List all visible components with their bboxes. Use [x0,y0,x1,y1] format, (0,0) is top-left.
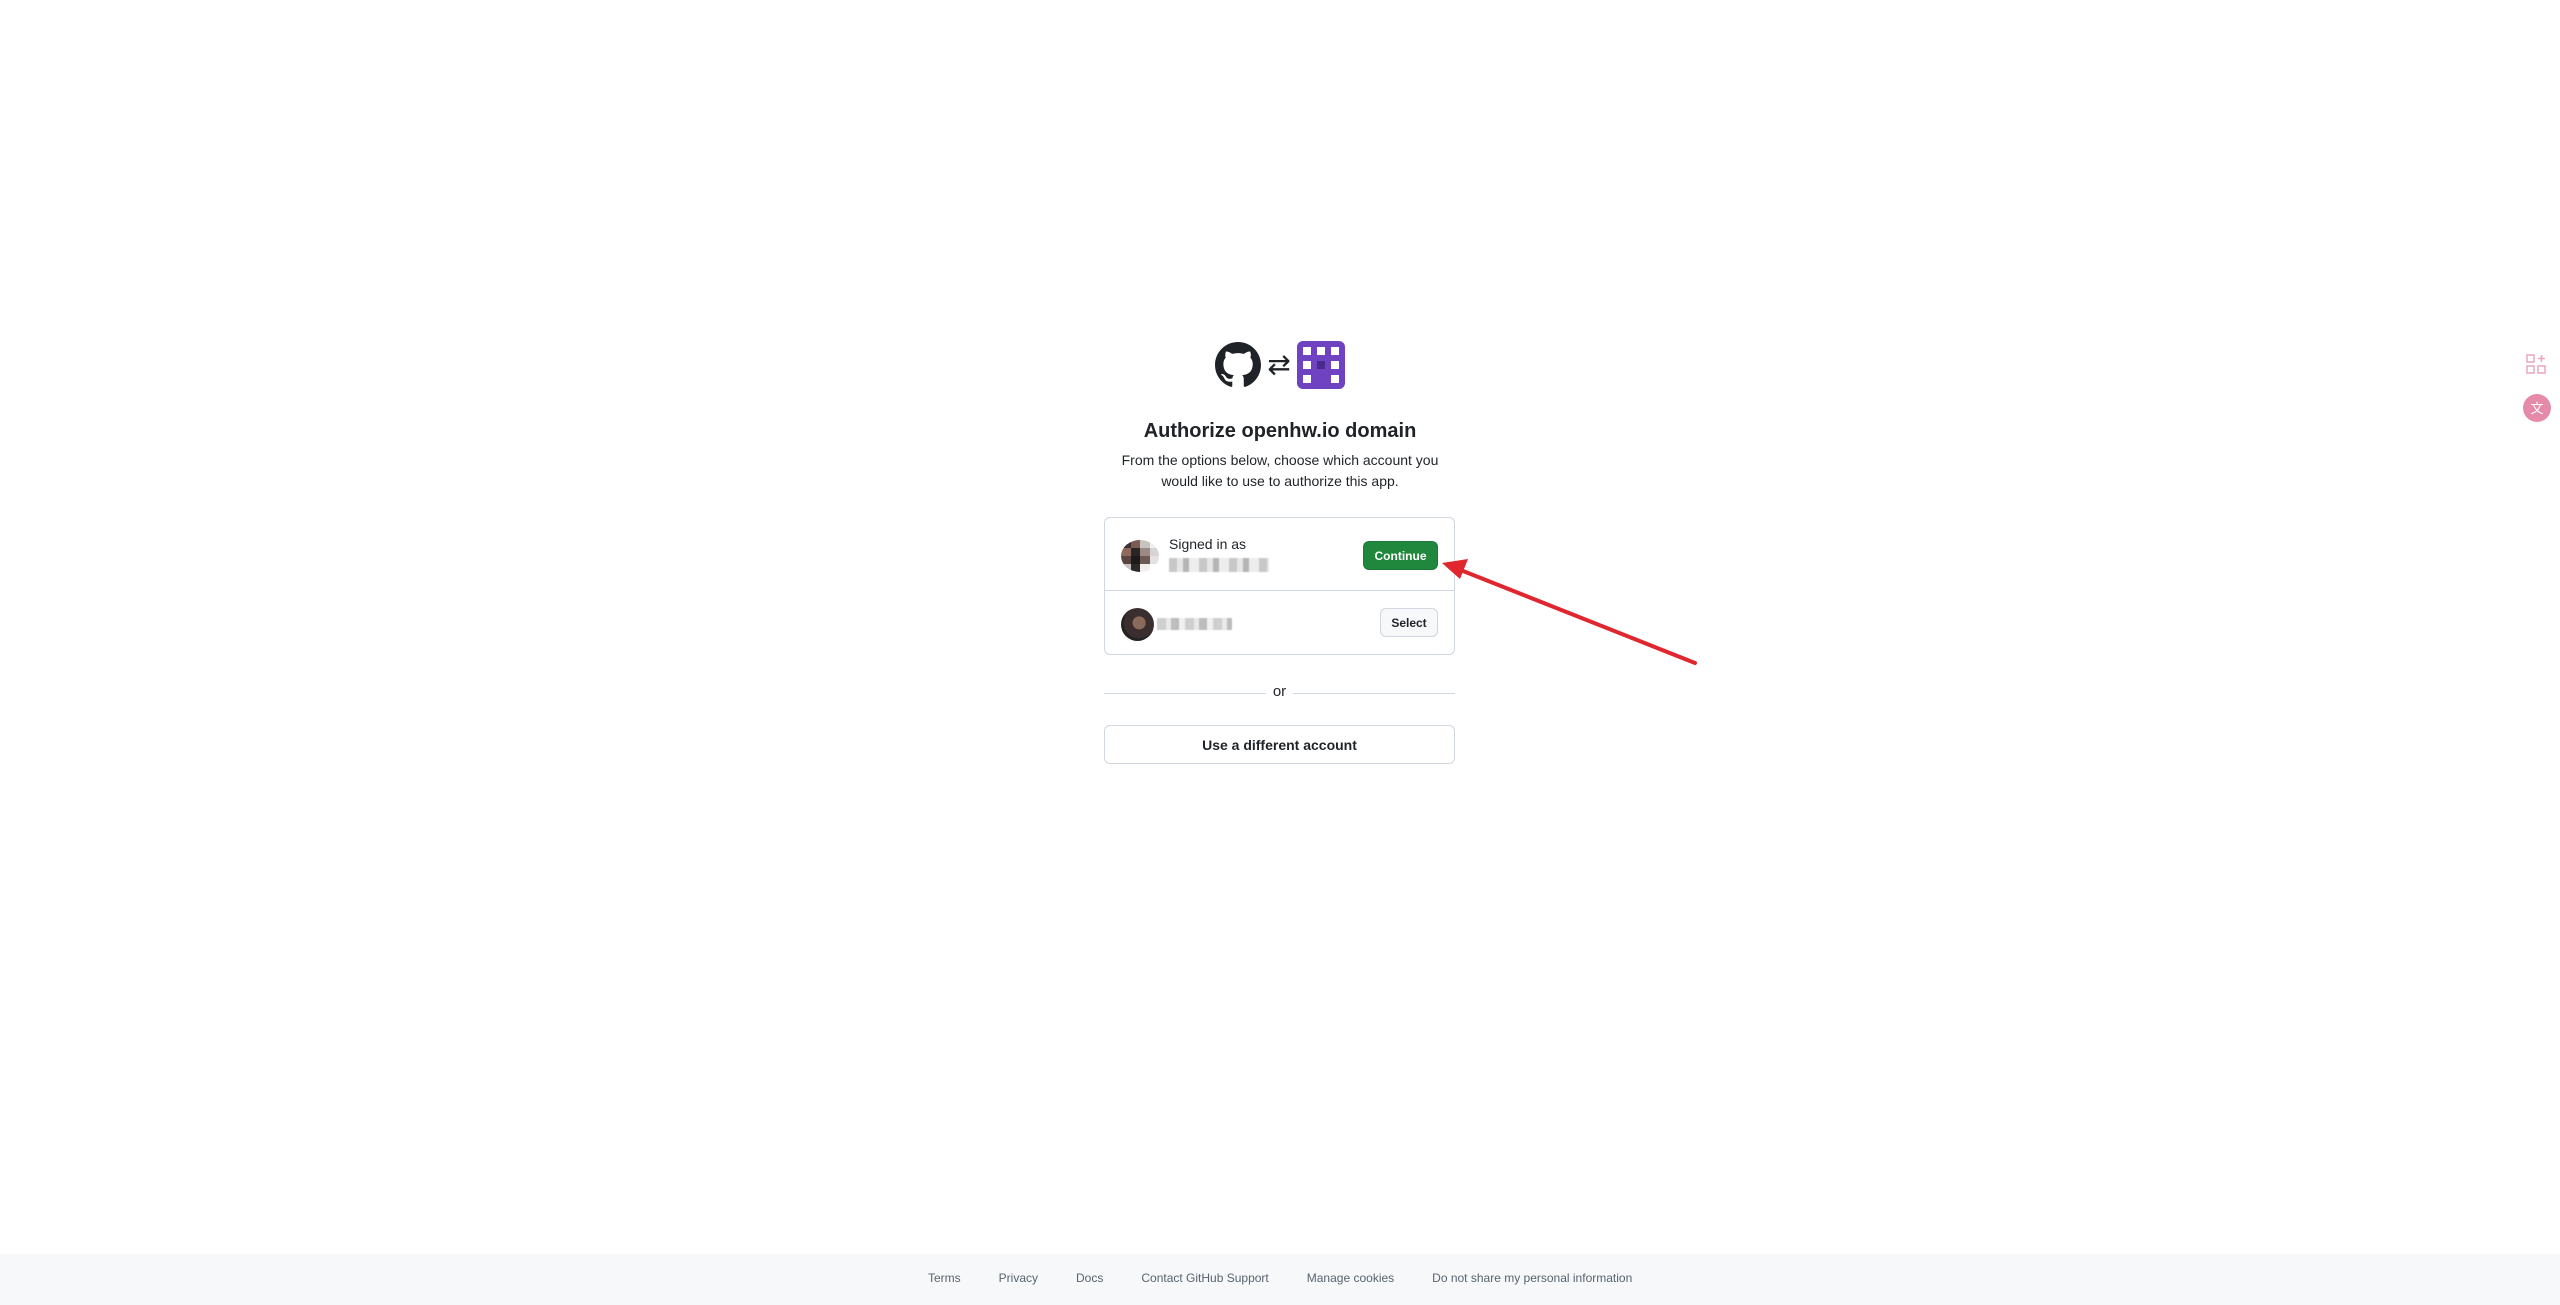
footer-links: Terms Privacy Docs Contact GitHub Suppor… [928,1271,1670,1285]
footer-link-docs[interactable]: Docs [1076,1271,1103,1285]
avatar [1121,540,1159,572]
continue-button[interactable]: Continue [1363,541,1438,570]
svg-text:文: 文 [2530,402,2543,417]
footer-link-privacy[interactable]: Privacy [999,1271,1038,1285]
authorize-page: ⇄ Authorize openhw.io domain From the op… [0,0,2560,1305]
swap-icon: ⇄ [1267,349,1291,380]
account-row-other[interactable]: Select [1105,591,1454,655]
account-list: Signed in as Continue Select [1104,517,1455,655]
apps-grid-icon[interactable] [2524,352,2548,376]
translate-icon[interactable]: 文 [2522,393,2552,423]
side-toolbar: 文 [2520,350,2554,430]
username-redacted [1169,558,1269,572]
logo-row: ⇄ [1215,340,1345,390]
app-logo-icon [1297,341,1345,389]
username-redacted [1157,618,1232,630]
divider-line [1293,693,1455,694]
github-icon [1215,342,1261,387]
footer-link-cookies[interactable]: Manage cookies [1307,1271,1394,1285]
footer-link-support[interactable]: Contact GitHub Support [1141,1271,1268,1285]
use-different-account-button[interactable]: Use a different account [1104,725,1455,764]
footer-link-terms[interactable]: Terms [928,1271,961,1285]
annotation-arrow-icon [1442,559,1697,665]
or-divider: or [1104,681,1455,705]
page-title: Authorize openhw.io domain [1143,420,1417,442]
footer-link-do-not-share[interactable]: Do not share my personal information [1432,1271,1632,1285]
page-subtitle: From the options below, choose which acc… [1121,452,1439,489]
footer: Terms Privacy Docs Contact GitHub Suppor… [0,1254,2560,1305]
account-row-signed-in: Signed in as Continue [1105,518,1454,591]
select-button[interactable]: Select [1380,608,1438,637]
avatar [1121,608,1154,641]
signed-in-label: Signed in as [1169,536,1247,552]
or-label: or [1272,683,1287,700]
